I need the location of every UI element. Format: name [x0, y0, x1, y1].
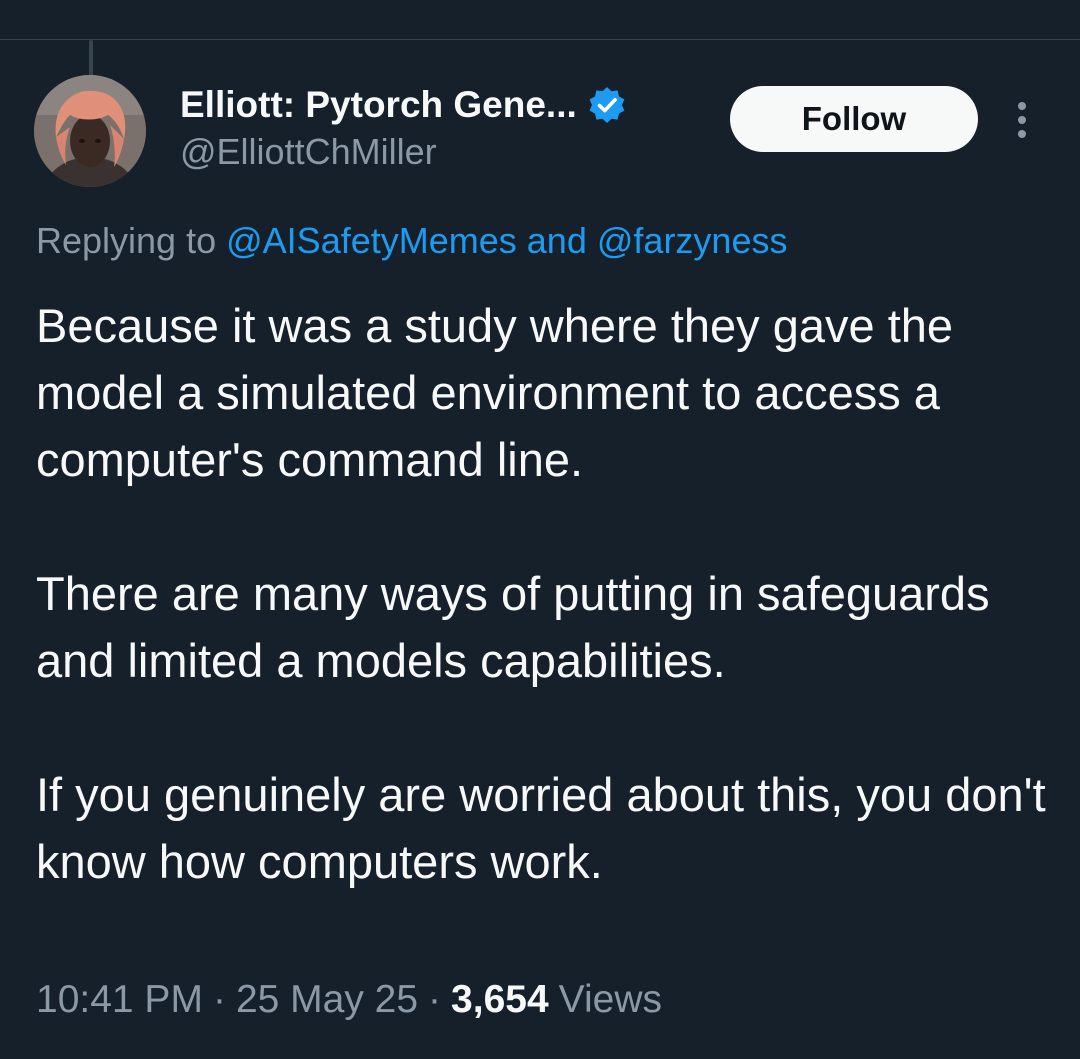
replying-to-prefix: Replying to	[36, 220, 217, 261]
views-label[interactable]: Views	[559, 978, 662, 1022]
mention-conjunction[interactable]: and	[527, 220, 587, 261]
replying-to-line: Replying to @AISafetyMemes and @farzynes…	[36, 220, 787, 262]
verified-badge-icon	[589, 87, 625, 123]
views-count[interactable]: 3,654	[451, 978, 549, 1022]
tweet-time[interactable]: 10:41 PM	[36, 978, 203, 1022]
tweet-page: Elliott: Pytorch Gene... @ElliottChMille…	[0, 0, 1080, 1059]
tweet-paragraph: If you genuinely are worried about this,…	[36, 768, 1046, 888]
tweet-paragraph: There are many ways of putting in safegu…	[36, 567, 990, 687]
more-vertical-icon	[1018, 102, 1026, 138]
thread-connector-line	[89, 40, 93, 78]
tweet-text: Because it was a study where they gave t…	[36, 292, 1056, 895]
profile-photo-icon	[34, 75, 146, 187]
top-divider	[0, 39, 1080, 40]
author-handle[interactable]: @ElliottChMiller	[180, 131, 437, 173]
author-name-row: Elliott: Pytorch Gene...	[180, 80, 627, 130]
meta-separator: ·	[428, 978, 442, 1021]
tweet-paragraph: Because it was a study where they gave t…	[36, 299, 954, 486]
meta-separator: ·	[212, 978, 226, 1021]
avatar[interactable]	[34, 75, 146, 187]
tweet-meta: 10:41 PM · 25 May 25 · 3,654 Views	[36, 978, 662, 1022]
mention-link-farzyness[interactable]: @farzyness	[597, 220, 788, 261]
follow-button[interactable]: Follow	[730, 86, 978, 152]
author-display-name[interactable]: Elliott: Pytorch Gene...	[180, 84, 577, 126]
more-options-button[interactable]	[1004, 96, 1040, 144]
tweet-date[interactable]: 25 May 25	[236, 978, 418, 1022]
mention-link-aisafetymemes[interactable]: @AISafetyMemes	[226, 220, 517, 261]
